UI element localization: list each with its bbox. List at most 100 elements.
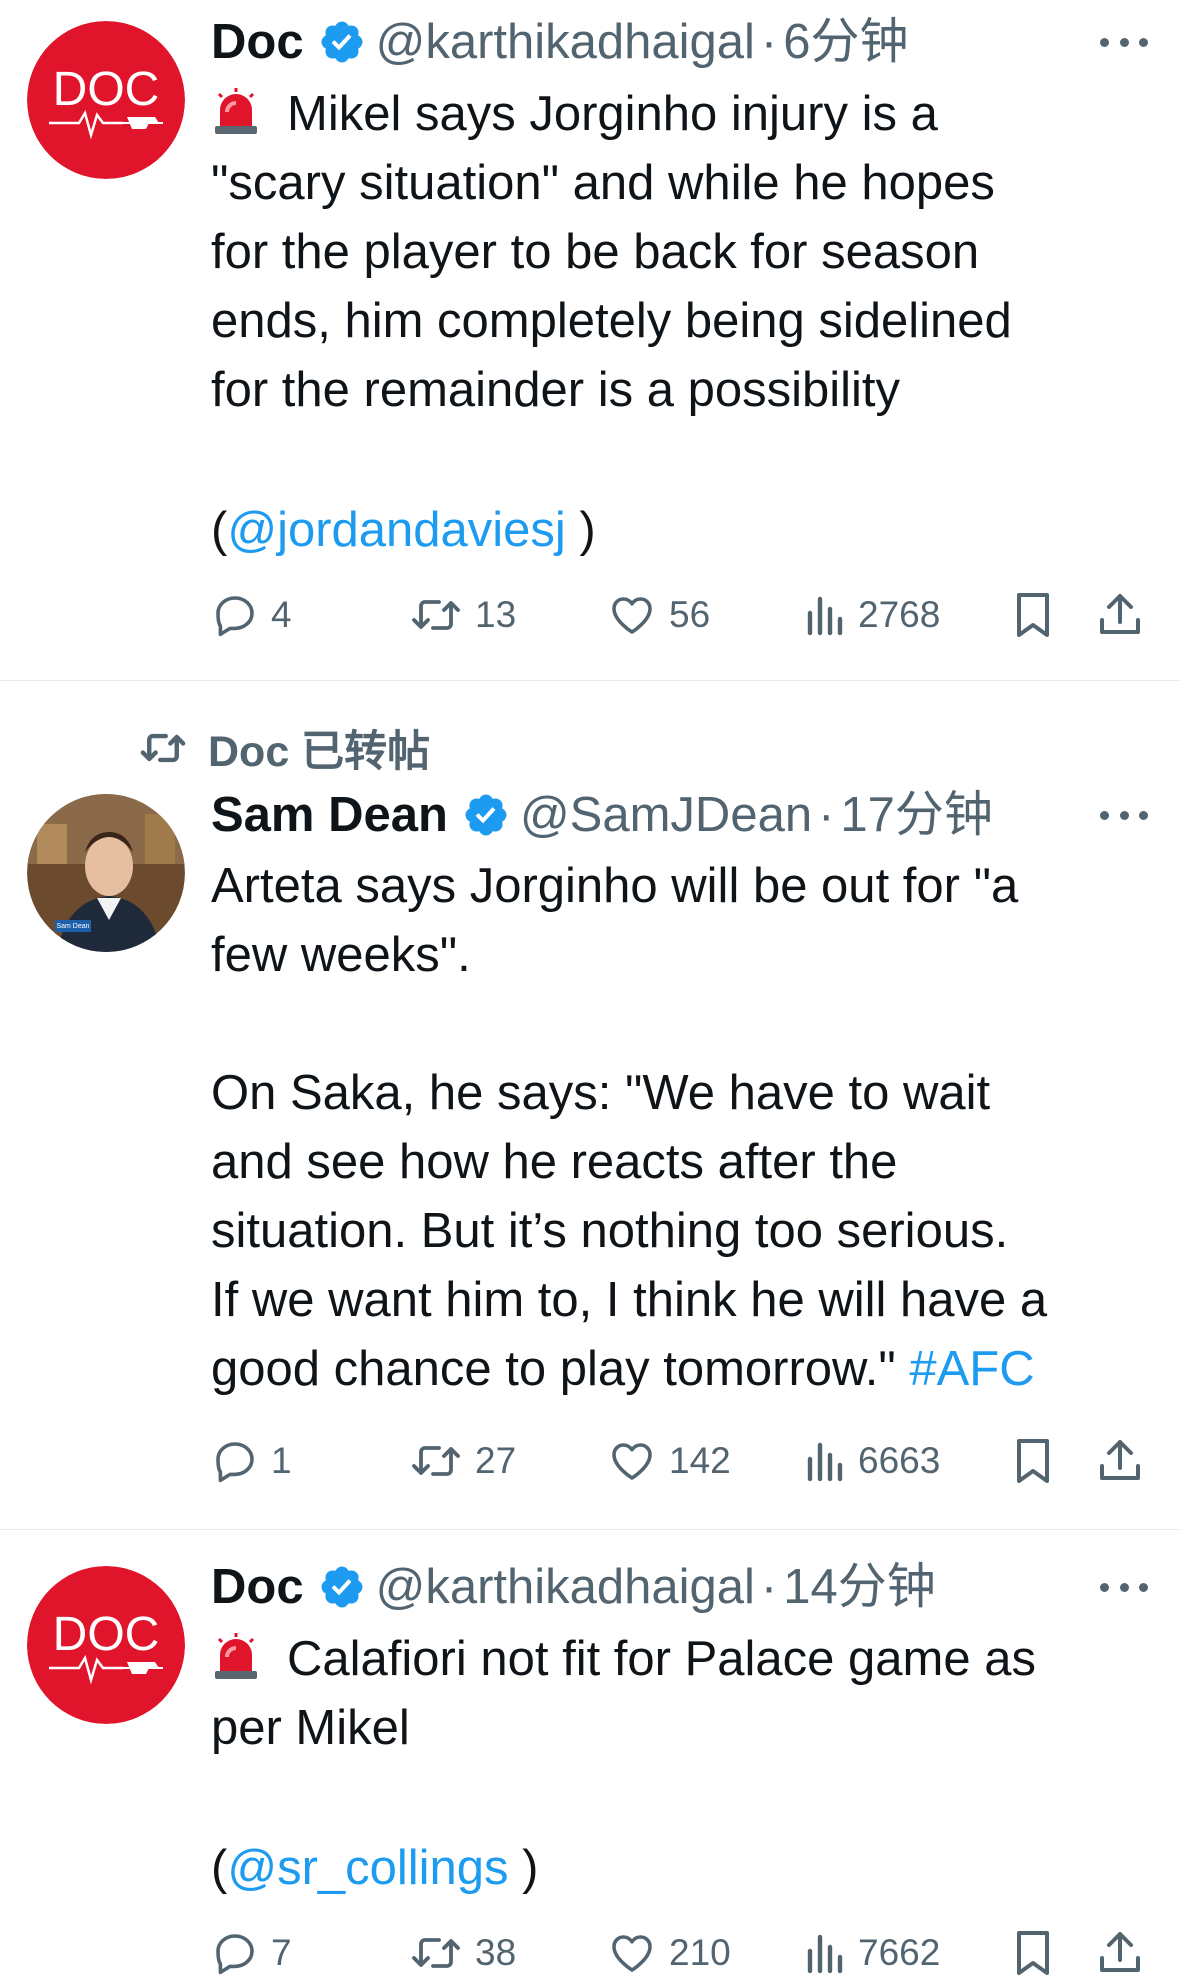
reply-icon <box>216 1934 254 1975</box>
like-icon <box>612 1443 652 1480</box>
repost-count: 13 <box>475 594 517 635</box>
tweet-line: per Mikel <box>211 1701 410 1755</box>
tweet-actions: 1 27 142 6663 <box>211 1436 1156 1486</box>
paren-close: ) <box>508 1841 539 1895</box>
reply-button[interactable]: 7 <box>211 1928 292 1978</box>
tweet-header: Sam Dean @SamJDean · 17分钟 <box>211 785 993 845</box>
like-count: 142 <box>669 1440 731 1481</box>
like-icon <box>612 1935 652 1972</box>
bookmark-icon <box>1017 593 1049 637</box>
avatar-samdean[interactable]: Sam Dean <box>27 794 185 952</box>
author-handle[interactable]: @karthikadhaigal <box>376 12 755 72</box>
tweet-line: ends, him completely being sidelined <box>211 294 1012 348</box>
views-icon <box>807 1442 843 1482</box>
share-icon <box>1100 1440 1140 1480</box>
repost-count: 27 <box>475 1440 517 1481</box>
author-handle[interactable]: @SamJDean <box>520 785 812 845</box>
reply-button[interactable]: 4 <box>211 590 292 640</box>
tweet-timestamp[interactable]: 17分钟 <box>840 785 993 845</box>
share-button[interactable] <box>1096 1436 1144 1486</box>
views-button[interactable]: 6663 <box>804 1436 940 1486</box>
views-icon <box>807 1934 843 1974</box>
siren-emoji-icon <box>211 1631 261 1681</box>
avatar-doc[interactable]: DOC <box>27 1566 185 1724</box>
views-button[interactable]: 2768 <box>804 590 940 640</box>
like-button[interactable]: 210 <box>607 1928 731 1978</box>
tweet-line: situation. But it’s nothing too serious. <box>211 1204 1009 1258</box>
views-button[interactable]: 7662 <box>804 1928 940 1978</box>
like-button[interactable]: 56 <box>607 590 710 640</box>
reply-icon <box>216 596 254 637</box>
author-handle[interactable]: @karthikadhaigal <box>376 1557 755 1617</box>
tweet-timestamp[interactable]: 6分钟 <box>783 12 908 72</box>
tweet-actions: 4 13 56 2768 <box>211 590 1156 640</box>
share-button[interactable] <box>1096 1928 1144 1978</box>
bookmark-icon <box>1017 1439 1049 1483</box>
hashtag-link[interactable]: #AFC <box>909 1342 1034 1396</box>
more-icon[interactable] <box>1100 1577 1148 1597</box>
tweet-doc-calafiori[interactable]: DOC Doc @karthikadhaigal · 14分钟 Calafior… <box>0 1530 1179 1982</box>
avatar-logo-text: DOC <box>53 1608 160 1661</box>
avatar-doc[interactable]: DOC <box>27 21 185 179</box>
tweet-line <box>211 990 1151 1059</box>
avatar-logo-text: DOC <box>53 63 160 116</box>
tweet-header: Doc @karthikadhaigal · 14分钟 <box>211 1557 936 1617</box>
bookmark-button[interactable] <box>1011 1928 1055 1978</box>
tweet-text: Calafiori not fit for Palace game as per… <box>211 1625 1151 1903</box>
mention-link[interactable]: @jordandaviesj <box>227 503 565 557</box>
share-button[interactable] <box>1096 590 1144 640</box>
tweet-line: If we want him to, I think he will have … <box>211 1273 1048 1327</box>
verified-badge-icon <box>318 18 366 66</box>
views-count: 2768 <box>858 594 941 635</box>
tweet-doc-jorginho[interactable]: DOC Doc @karthikadhaigal · 6分钟 Mikel say… <box>0 0 1179 680</box>
tweet-line: Arteta says Jorginho will be out for "a <box>211 859 1019 913</box>
share-icon <box>1100 1932 1140 1972</box>
tweet-timestamp[interactable]: 14分钟 <box>783 1557 936 1617</box>
verified-badge-icon <box>318 1563 366 1611</box>
tweet-text: Mikel says Jorginho injury is a "scary s… <box>211 80 1151 565</box>
repost-count: 38 <box>475 1932 517 1973</box>
separator-dot: · <box>818 788 835 842</box>
repost-icon <box>412 600 460 630</box>
bookmark-icon <box>1017 1931 1049 1975</box>
reply-button[interactable]: 1 <box>211 1436 292 1486</box>
tweet-line: few weeks". <box>211 928 471 982</box>
more-icon[interactable] <box>1100 32 1148 52</box>
views-count: 7662 <box>858 1932 941 1973</box>
more-icon[interactable] <box>1100 805 1148 825</box>
tweet-actions: 7 38 210 7662 <box>211 1928 1156 1978</box>
bookmark-button[interactable] <box>1011 1436 1055 1486</box>
like-count: 210 <box>669 1932 731 1973</box>
like-count: 56 <box>669 594 711 635</box>
tweet-line: and see how he reacts after the <box>211 1135 898 1189</box>
tweet-samdean-arteta[interactable]: Sam Dean Sam Dean @SamJDean · 17分钟 Artet… <box>0 681 1179 1529</box>
views-count: 6663 <box>858 1440 941 1481</box>
share-icon <box>1100 594 1140 634</box>
tweet-line: for the remainder is a possibility <box>211 363 901 417</box>
reply-count: 4 <box>271 594 292 635</box>
paren-close: ) <box>565 503 596 557</box>
tweet-line: for the player to be back for season <box>211 225 980 279</box>
repost-icon <box>412 1446 460 1476</box>
like-button[interactable]: 142 <box>607 1436 731 1486</box>
repost-button[interactable]: 13 <box>409 590 516 640</box>
tweet-line: On Saka, he says: "We have to wait <box>211 1066 991 1120</box>
like-icon <box>612 597 652 634</box>
reply-count: 1 <box>271 1440 292 1481</box>
mention-link[interactable]: @sr_collings <box>227 1841 508 1895</box>
author-name[interactable]: Doc <box>211 1557 304 1617</box>
separator-dot: · <box>760 1560 778 1614</box>
paren-open: ( <box>211 1841 228 1895</box>
repost-button[interactable]: 38 <box>409 1928 516 1978</box>
bookmark-button[interactable] <box>1011 590 1055 640</box>
repost-button[interactable]: 27 <box>409 1436 516 1486</box>
paren-open: ( <box>211 503 228 557</box>
tweet-line: good chance to play tomorrow." <box>211 1342 910 1396</box>
tweet-header: Doc @karthikadhaigal · 6分钟 <box>211 12 909 72</box>
separator-dot: · <box>760 15 778 69</box>
author-name[interactable]: Sam Dean <box>211 785 448 845</box>
author-name[interactable]: Doc <box>211 12 304 72</box>
verified-badge-icon <box>462 791 510 839</box>
tweet-line: Calafiori not fit for Palace game as <box>287 1632 1036 1686</box>
tweet-line: "scary situation" and while he hopes <box>211 156 995 210</box>
